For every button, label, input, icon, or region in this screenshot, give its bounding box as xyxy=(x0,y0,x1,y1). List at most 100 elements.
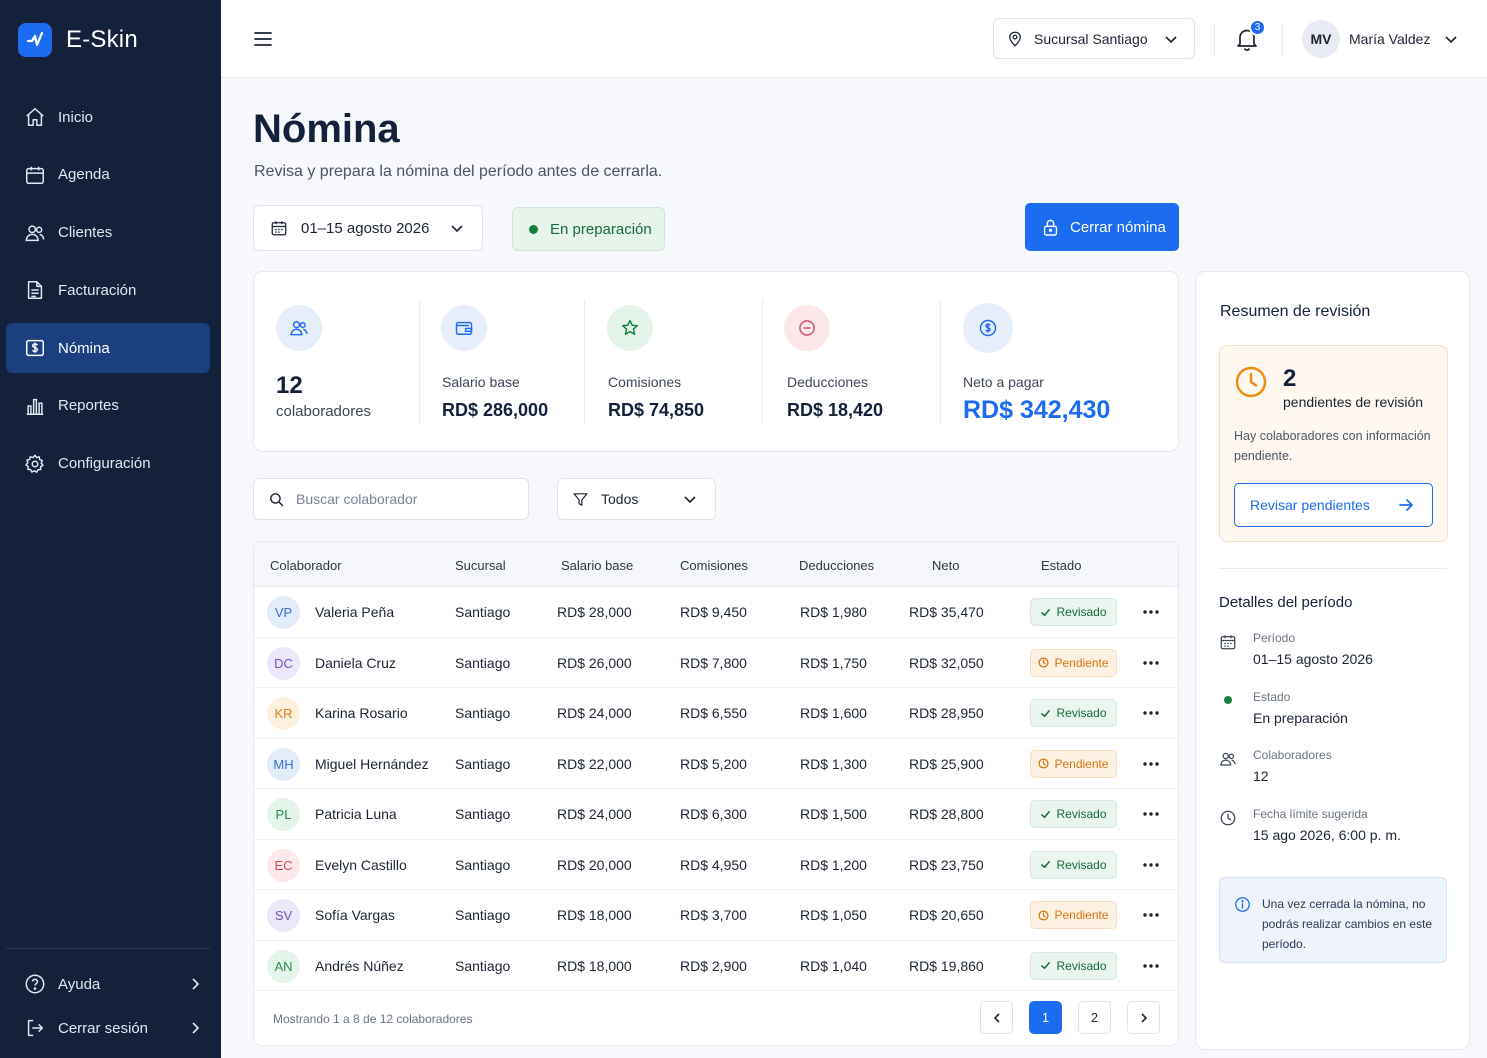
pending-count: 2 xyxy=(1283,365,1297,392)
status-dot-icon xyxy=(1224,696,1232,704)
stat-label: colaboradores xyxy=(276,403,372,420)
more-options-icon[interactable] xyxy=(1142,761,1160,767)
column-header[interactable]: Comisiones xyxy=(680,558,748,573)
table-row[interactable]: EC Evelyn Castillo Santiago RD$ 20,000 RD$ 4… xyxy=(254,840,1178,890)
user-menu[interactable]: MV María Valdez xyxy=(1302,20,1458,58)
commission-cell: RD$ 3,700 xyxy=(680,907,747,923)
avatar: VP xyxy=(267,596,300,629)
more-options-icon[interactable] xyxy=(1142,963,1160,969)
brand[interactable]: E-Skin xyxy=(18,23,138,57)
status-filter-select[interactable]: Todos xyxy=(557,478,716,520)
employee-name[interactable]: Valeria Peña xyxy=(315,604,394,620)
net-cell: RD$ 25,900 xyxy=(909,755,984,772)
period-select-value: 01–15 agosto 2026 xyxy=(301,219,430,237)
base-salary-cell: RD$ 18,000 xyxy=(557,907,632,923)
employee-name[interactable]: Andrés Núñez xyxy=(315,958,404,974)
more-options-icon[interactable] xyxy=(1142,609,1160,615)
status-badge: Revisado xyxy=(1030,951,1117,980)
status-badge-label: Pendiente xyxy=(1054,756,1109,771)
clock-icon xyxy=(1235,366,1267,398)
commission-cell: RD$ 2,900 xyxy=(680,957,747,974)
arrow-right-icon xyxy=(1399,499,1413,511)
pagination-page-2[interactable]: 2 xyxy=(1078,1001,1111,1034)
employee-name[interactable]: Daniela Cruz xyxy=(315,655,396,671)
commission-cell: RD$ 6,300 xyxy=(680,806,747,822)
pagination-next-button[interactable] xyxy=(1127,1001,1160,1034)
location-pin-icon xyxy=(1009,31,1021,47)
brand-logo-icon xyxy=(18,23,52,57)
status-badge: Pendiente xyxy=(1030,648,1117,677)
sidebar-item-ayuda[interactable]: Ayuda xyxy=(6,962,210,1006)
stats-card: 12 colaboradores Salario base RD$ 286,00… xyxy=(253,271,1179,452)
search-input[interactable] xyxy=(296,491,496,507)
sidebar-item-reportes[interactable]: Reportes xyxy=(6,381,210,431)
branch-cell: Santiago xyxy=(455,907,511,923)
logout-icon xyxy=(27,1019,44,1037)
sidebar-item-agenda[interactable]: Agenda xyxy=(6,150,210,200)
sidebar-item-configuracion[interactable]: Configuración xyxy=(6,439,210,489)
gear-icon xyxy=(24,453,44,473)
column-header[interactable]: Neto xyxy=(932,558,959,573)
review-pending-button[interactable]: Revisar pendientes xyxy=(1234,483,1433,527)
deduction-cell: RD$ 1,300 xyxy=(800,755,867,772)
brand-name: E-Skin xyxy=(66,26,138,53)
stat-collaborators: 12 colaboradores xyxy=(254,272,419,453)
sidebar: E-Skin Inicio Agenda Clientes Facturació… xyxy=(0,0,221,1058)
stat-value: RD$ 342,430 xyxy=(963,396,1111,424)
table-row[interactable]: MH Miguel Hernández Santiago RD$ 22,000 RD$ … xyxy=(254,739,1178,789)
table-row[interactable]: KR Karina Rosario Santiago RD$ 24,000 RD$ 6,… xyxy=(254,688,1178,739)
close-payroll-button[interactable]: Cerrar nómina xyxy=(1025,203,1179,251)
table-row[interactable]: PL Patricia Luna Santiago RD$ 24,000 RD$ 6,3… xyxy=(254,789,1178,840)
table-row[interactable]: SV Sofía Vargas Santiago RD$ 18,000 RD$ 3,70… xyxy=(254,890,1178,941)
period-select[interactable]: 01–15 agosto 2026 xyxy=(253,205,483,251)
column-header[interactable]: Estado xyxy=(1041,558,1081,573)
details-title: Detalles del período xyxy=(1219,594,1353,611)
check-icon xyxy=(1041,861,1051,868)
employee-name[interactable]: Patricia Luna xyxy=(315,806,397,822)
sidebar-item-clientes[interactable]: Clientes xyxy=(6,208,210,258)
avatar: DC xyxy=(267,646,300,680)
net-cell: RD$ 28,950 xyxy=(909,705,984,721)
table-row[interactable]: VP Valeria Peña Santiago RD$ 28,000 RD$ 9,45… xyxy=(254,587,1178,638)
review-pending-label: Revisar pendientes xyxy=(1250,497,1370,513)
menu-icon[interactable] xyxy=(253,29,273,49)
pagination-page-1[interactable]: 1 xyxy=(1029,1001,1062,1034)
net-cell: RD$ 32,050 xyxy=(909,654,984,671)
stat-label: Comisiones xyxy=(608,374,682,390)
status-badge-label: Revisado xyxy=(1056,706,1107,720)
payroll-table: Colaborador Sucursal Salario base Comisi… xyxy=(253,541,1179,1046)
more-options-icon[interactable] xyxy=(1142,710,1160,716)
commission-cell: RD$ 7,800 xyxy=(680,654,747,671)
more-options-icon[interactable] xyxy=(1142,811,1160,817)
table-row[interactable]: AN Andrés Núñez Santiago RD$ 18,000 RD$ 2,90… xyxy=(254,941,1178,991)
invoice-icon xyxy=(27,281,43,300)
stat-value: RD$ 286,000 xyxy=(442,400,549,420)
employee-name[interactable]: Karina Rosario xyxy=(315,705,408,721)
table-row[interactable]: DC Daniela Cruz Santiago RD$ 26,000 RD$ 7,80… xyxy=(254,638,1178,688)
column-header[interactable]: Deducciones xyxy=(799,558,874,573)
info-text: Una vez cerrada la nómina, no podrás rea… xyxy=(1262,897,1433,951)
status-badge-label: Revisado xyxy=(1056,857,1107,872)
sidebar-item-inicio[interactable]: Inicio xyxy=(6,92,210,142)
base-salary-cell: RD$ 24,000 xyxy=(557,705,632,721)
column-header[interactable]: Sucursal xyxy=(455,558,506,573)
sidebar-item-nomina[interactable]: Nómina xyxy=(6,323,210,374)
sidebar-item-cerrar-sesion[interactable]: Cerrar sesión xyxy=(6,1006,210,1050)
column-header[interactable]: Colaborador xyxy=(270,558,342,573)
employee-name[interactable]: Evelyn Castillo xyxy=(315,857,407,873)
sidebar-item-label: Facturación xyxy=(58,281,137,299)
deduction-cell: RD$ 1,600 xyxy=(800,705,867,721)
pagination-prev-button[interactable] xyxy=(980,1001,1013,1034)
commission-cell: RD$ 9,450 xyxy=(680,604,747,620)
sidebar-item-label: Inicio xyxy=(58,108,94,126)
more-options-icon[interactable] xyxy=(1142,912,1160,918)
status-badge-label: Revisado xyxy=(1056,958,1107,973)
sidebar-item-facturacion[interactable]: Facturación xyxy=(6,265,210,315)
employee-name[interactable]: Miguel Hernández xyxy=(315,756,429,772)
more-options-icon[interactable] xyxy=(1142,862,1160,868)
branch-select[interactable]: Sucursal Santiago xyxy=(993,18,1195,59)
column-header[interactable]: Salario base xyxy=(561,558,633,573)
more-options-icon[interactable] xyxy=(1142,660,1160,666)
base-salary-cell: RD$ 22,000 xyxy=(557,755,632,772)
employee-name[interactable]: Sofía Vargas xyxy=(315,907,395,923)
